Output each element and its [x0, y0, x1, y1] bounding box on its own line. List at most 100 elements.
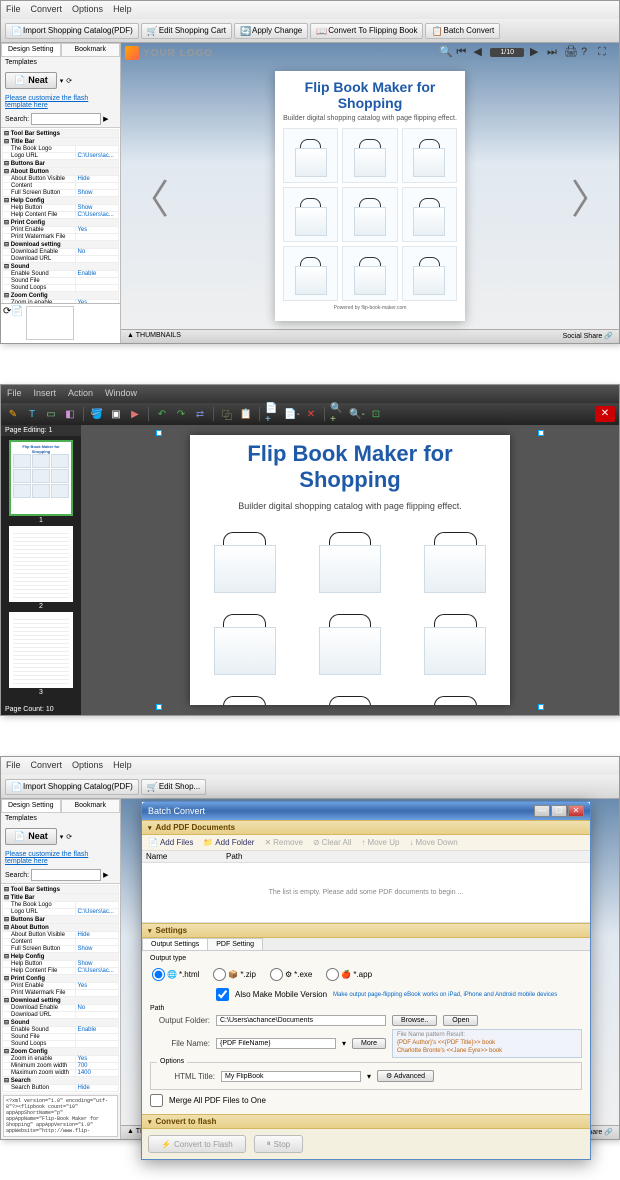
setting-row[interactable]: Help ButtonShow	[3, 961, 119, 968]
flip-icon[interactable]: ⇄	[192, 406, 208, 422]
setting-row[interactable]: Print EnableYes	[3, 227, 119, 234]
setting-row[interactable]: Print Watermark File	[3, 234, 119, 241]
shape-tool-icon[interactable]: ◧	[62, 406, 78, 422]
tab-design-setting[interactable]: Design Setting	[1, 799, 61, 813]
redo-icon[interactable]: ↷	[173, 406, 189, 422]
prev-page-icon[interactable]: ◀	[473, 47, 484, 58]
setting-row[interactable]: Sound File	[3, 278, 119, 285]
import-catalog-button[interactable]: Import Shopping Catalog(PDF)	[5, 23, 139, 39]
section-convert[interactable]: ▾Convert to flash	[142, 1114, 590, 1129]
menu-convert[interactable]: Convert	[31, 4, 63, 16]
setting-row[interactable]: ⊟ About Button	[3, 924, 119, 932]
frame-tool-icon[interactable]: ▣	[108, 406, 124, 422]
fill-tool-icon[interactable]: 🪣	[89, 406, 105, 422]
setting-row[interactable]: ⊟ Print Config	[3, 219, 119, 227]
menu-file[interactable]: File	[6, 4, 21, 16]
setting-row[interactable]: Zoom in enableYes	[3, 1056, 119, 1063]
preview-thumb[interactable]	[26, 306, 74, 340]
menu-action[interactable]: Action	[68, 388, 93, 400]
thumb-refresh-icon[interactable]: ⟳📄	[3, 306, 24, 341]
page-thumb-1[interactable]: Flip Book Maker for Shopping	[9, 440, 73, 516]
setting-row[interactable]: ⊟ Title Bar	[3, 894, 119, 902]
setting-row[interactable]: ⊟ Tool Bar Settings	[3, 886, 119, 894]
undo-icon[interactable]: ↶	[154, 406, 170, 422]
video-tool-icon[interactable]: ▶	[127, 406, 143, 422]
setting-row[interactable]: ⊟ Search	[3, 1077, 119, 1085]
next-page-icon[interactable]: ▶	[530, 47, 541, 58]
editing-page[interactable]: Flip Book Maker for Shopping Builder dig…	[190, 435, 510, 705]
setting-row[interactable]: Enable SoundEnable	[3, 1027, 119, 1034]
zoom-icon[interactable]: 🔍	[439, 47, 450, 58]
setting-row[interactable]: Download EnableNo	[3, 1005, 119, 1012]
output-folder-input[interactable]	[216, 1015, 386, 1026]
minimize-button[interactable]: —	[534, 805, 550, 817]
book-page[interactable]: Flip Book Maker for Shopping Builder dig…	[275, 71, 465, 321]
del-page-icon[interactable]: 📄-	[284, 406, 300, 422]
setting-row[interactable]: ⊟ Buttons Bar	[3, 160, 119, 168]
remove-button[interactable]: ✕ Remove	[264, 838, 303, 847]
add-files-button[interactable]: 📄 Add Files	[148, 838, 193, 847]
setting-row[interactable]: ⊟ About Button	[3, 168, 119, 176]
page-left-arrow[interactable]: 〈	[129, 167, 169, 225]
setting-row[interactable]: Content	[3, 939, 119, 946]
template-selector[interactable]: 📄Neat	[5, 72, 57, 89]
delete-icon[interactable]: ✕	[303, 406, 319, 422]
filename-dropdown-icon[interactable]: ▾	[342, 1039, 346, 1048]
info-icon[interactable]: ?	[581, 47, 592, 58]
setting-row[interactable]: Search ButtonHide	[3, 1085, 119, 1092]
setting-row[interactable]: ⊟ Tool Bar Settings	[3, 130, 119, 138]
open-button[interactable]: Open	[443, 1015, 478, 1026]
template-refresh-icon[interactable]: ⟳	[66, 833, 72, 841]
fullscreen-icon[interactable]: ⛶	[598, 47, 609, 58]
setting-row[interactable]: Print Watermark File	[3, 990, 119, 997]
menu-insert[interactable]: Insert	[34, 388, 57, 400]
import-catalog-button[interactable]: Import Shopping Catalog(PDF)	[5, 779, 139, 795]
settings-tree[interactable]: ⊟ Tool Bar Settings⊟ Title BarThe Book L…	[1, 883, 120, 1093]
radio-html[interactable]: 🌐 *.html	[152, 968, 199, 981]
zoom-in-icon[interactable]: 🔍+	[330, 406, 346, 422]
setting-row[interactable]: ⊟ Help Config	[3, 953, 119, 961]
setting-row[interactable]: ⊟ Title Bar	[3, 138, 119, 146]
settings-tree[interactable]: ⊟ Tool Bar Settings⊟ Title BarThe Book L…	[1, 127, 120, 303]
setting-row[interactable]: ⊟ Download setting	[3, 997, 119, 1005]
setting-row[interactable]: Sound Loops	[3, 1041, 119, 1048]
customize-template-link[interactable]: Please customize the flash template here	[1, 93, 120, 111]
setting-row[interactable]: Help ButtonShow	[3, 205, 119, 212]
add-folder-button[interactable]: 📁 Add Folder	[203, 838, 254, 847]
setting-row[interactable]: Content	[3, 183, 119, 190]
edit-cart-button[interactable]: Edit Shop...	[141, 779, 206, 795]
more-button[interactable]: More	[352, 1038, 386, 1049]
template-dropdown-icon[interactable]: ▾	[60, 77, 64, 85]
image-tool-icon[interactable]: ▭	[43, 406, 59, 422]
move-down-button[interactable]: ↓ Move Down	[409, 838, 457, 847]
customize-template-link[interactable]: Please customize the flash template here	[1, 849, 120, 867]
html-title-input[interactable]	[221, 1071, 361, 1082]
setting-row[interactable]: ⊟ Help Config	[3, 197, 119, 205]
setting-row[interactable]: ⊟ Zoom Config	[3, 292, 119, 300]
setting-row[interactable]: Logo URLC:\Users\ac...	[3, 909, 119, 916]
menu-window[interactable]: Window	[105, 388, 137, 400]
file-list[interactable]: The list is empty. Please add some PDF d…	[142, 863, 590, 923]
setting-row[interactable]: The Book Logo	[3, 146, 119, 153]
search-input[interactable]	[31, 869, 101, 881]
convert-flipbook-button[interactable]: Convert To Flipping Book	[310, 23, 423, 39]
page-right-arrow[interactable]: 〉	[571, 167, 611, 225]
template-dropdown-icon[interactable]: ▾	[60, 833, 64, 841]
template-selector[interactable]: 📄Neat	[5, 828, 57, 845]
setting-row[interactable]: ⊟ Sound	[3, 1019, 119, 1027]
paste-icon[interactable]: 📋	[238, 406, 254, 422]
setting-row[interactable]: Sound Loops	[3, 285, 119, 292]
add-page-icon[interactable]: 📄+	[265, 406, 281, 422]
search-input[interactable]	[31, 113, 101, 125]
setting-row[interactable]: Print EnableYes	[3, 983, 119, 990]
template-refresh-icon[interactable]: ⟳	[66, 77, 72, 85]
menu-file[interactable]: File	[6, 760, 21, 772]
tab-output-settings[interactable]: Output Settings	[142, 938, 208, 950]
setting-row[interactable]: ⊟ Sound	[3, 263, 119, 271]
fit-icon[interactable]: ⊡	[368, 406, 384, 422]
convert-to-flash-button[interactable]: ⚡ Convert to Flash	[148, 1135, 246, 1153]
browse-button[interactable]: Browse..	[392, 1015, 437, 1026]
radio-app[interactable]: 🍎 *.app	[326, 968, 372, 981]
setting-row[interactable]: The Book Logo	[3, 902, 119, 909]
radio-zip[interactable]: 📦 *.zip	[213, 968, 256, 981]
